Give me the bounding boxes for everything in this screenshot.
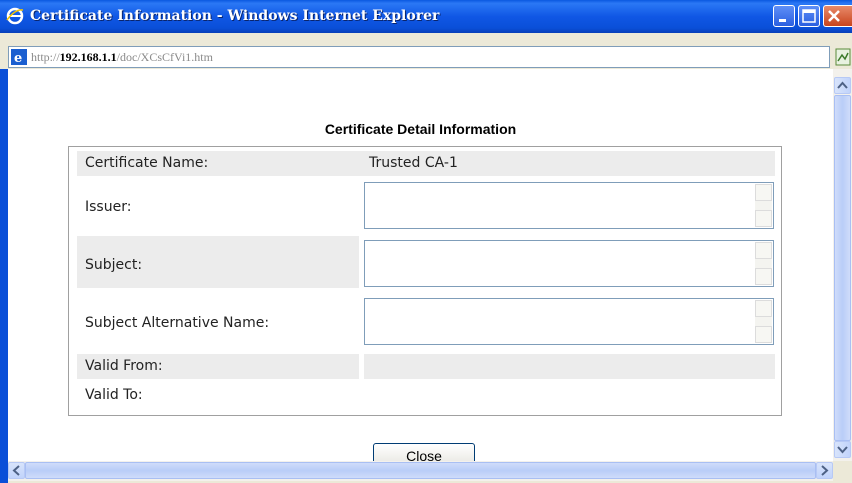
compatibility-icon[interactable] xyxy=(835,47,851,67)
page-icon: e xyxy=(11,49,27,65)
close-icon xyxy=(828,10,840,22)
scroll-down-icon[interactable] xyxy=(755,326,772,343)
page-heading: Certificate Detail Information xyxy=(324,121,517,137)
scroll-right-button[interactable] xyxy=(816,462,833,479)
scroll-up-icon[interactable] xyxy=(755,242,772,259)
vertical-scroll-thumb[interactable] xyxy=(834,95,851,441)
horizontal-scroll-thumb[interactable] xyxy=(25,462,816,479)
scroll-left-button[interactable] xyxy=(8,462,25,479)
scroll-up-icon[interactable] xyxy=(755,184,772,201)
issuer-label: Issuer: xyxy=(85,199,132,215)
subject-alt-name-field[interactable] xyxy=(364,298,774,345)
maximize-button[interactable] xyxy=(798,5,820,27)
scroll-up-icon[interactable] xyxy=(755,300,772,317)
address-field[interactable]: e http://192.168.1.1/doc/XCsCfVi1.htm xyxy=(8,46,830,68)
subject-alt-name-label: Subject Alternative Name: xyxy=(85,315,270,331)
scroll-up-button[interactable] xyxy=(834,77,851,94)
certificate-name-label: Certificate Name: xyxy=(85,155,209,171)
window-title: Certificate Information - Windows Intern… xyxy=(30,8,440,24)
certificate-details-panel: Certificate Name: Trusted CA-1 Issuer: S… xyxy=(68,146,782,416)
chevron-right-icon xyxy=(821,465,829,476)
close-button[interactable]: Close xyxy=(373,443,475,461)
svg-text:e: e xyxy=(14,51,22,65)
chevron-down-icon xyxy=(837,446,848,454)
window-titlebar[interactable]: Certificate Information - Windows Intern… xyxy=(0,0,852,33)
subject-alt-scrollbar[interactable] xyxy=(755,300,772,343)
issuer-field[interactable] xyxy=(364,182,774,229)
minimize-button[interactable] xyxy=(773,5,795,27)
address-bar: e http://192.168.1.1/doc/XCsCfVi1.htm xyxy=(0,33,852,69)
scroll-down-button[interactable] xyxy=(834,441,851,458)
certificate-name-value: Trusted CA-1 xyxy=(369,155,458,171)
horizontal-scrollbar[interactable] xyxy=(8,461,833,481)
scrollbar-corner xyxy=(833,461,852,483)
valid-to-label: Valid To: xyxy=(85,387,143,403)
close-window-button[interactable] xyxy=(823,5,852,27)
address-url: http://192.168.1.1/doc/XCsCfVi1.htm xyxy=(31,50,213,64)
scroll-down-icon[interactable] xyxy=(755,210,772,227)
minimize-icon xyxy=(779,19,786,22)
row-background xyxy=(364,354,775,379)
scroll-down-icon[interactable] xyxy=(755,268,772,285)
subject-scrollbar[interactable] xyxy=(755,242,772,285)
ie-logo-icon xyxy=(6,7,24,25)
vertical-scrollbar[interactable] xyxy=(833,69,852,461)
chevron-left-icon xyxy=(12,465,20,476)
subject-field[interactable] xyxy=(364,240,774,287)
issuer-scrollbar[interactable] xyxy=(755,184,772,227)
page-content: Certificate Detail Information Certifica… xyxy=(8,69,833,461)
chevron-up-icon xyxy=(837,81,848,89)
valid-from-label: Valid From: xyxy=(85,358,163,374)
window-frame xyxy=(0,69,8,483)
subject-label: Subject: xyxy=(85,257,143,273)
maximize-icon xyxy=(802,9,816,23)
